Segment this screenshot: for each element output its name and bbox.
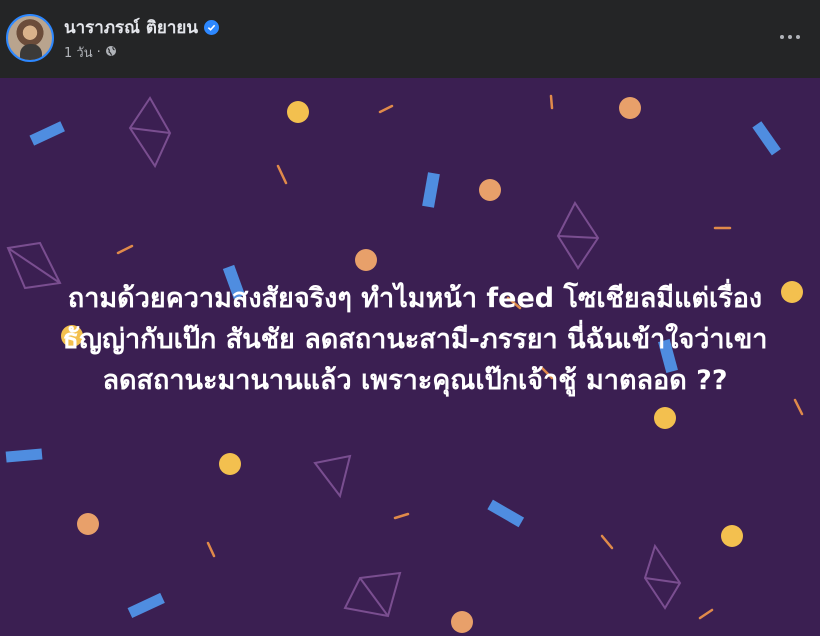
verified-badge-icon xyxy=(204,20,219,35)
post-image: ถามด้วยความสงสัยจริงๆ ทำไมหน้า feed โซเช… xyxy=(0,78,820,636)
meta-separator: · xyxy=(96,45,101,60)
author-name-row: นาราภรณ์ ติยายน xyxy=(64,14,219,41)
post-meta: 1 วัน · xyxy=(64,42,117,63)
avatar-figure xyxy=(20,44,42,60)
post-text: ถามด้วยความสงสัยจริงๆ ทำไมหน้า feed โซเช… xyxy=(62,283,768,396)
post-header: นาราภรณ์ ติยายน 1 วัน · xyxy=(0,0,820,78)
post-timestamp[interactable]: 1 วัน xyxy=(64,42,93,63)
globe-icon[interactable] xyxy=(105,45,117,61)
author-name[interactable]: นาราภรณ์ ติยายน xyxy=(64,14,198,41)
more-options-icon[interactable] xyxy=(774,26,806,48)
author-avatar[interactable] xyxy=(6,14,54,62)
